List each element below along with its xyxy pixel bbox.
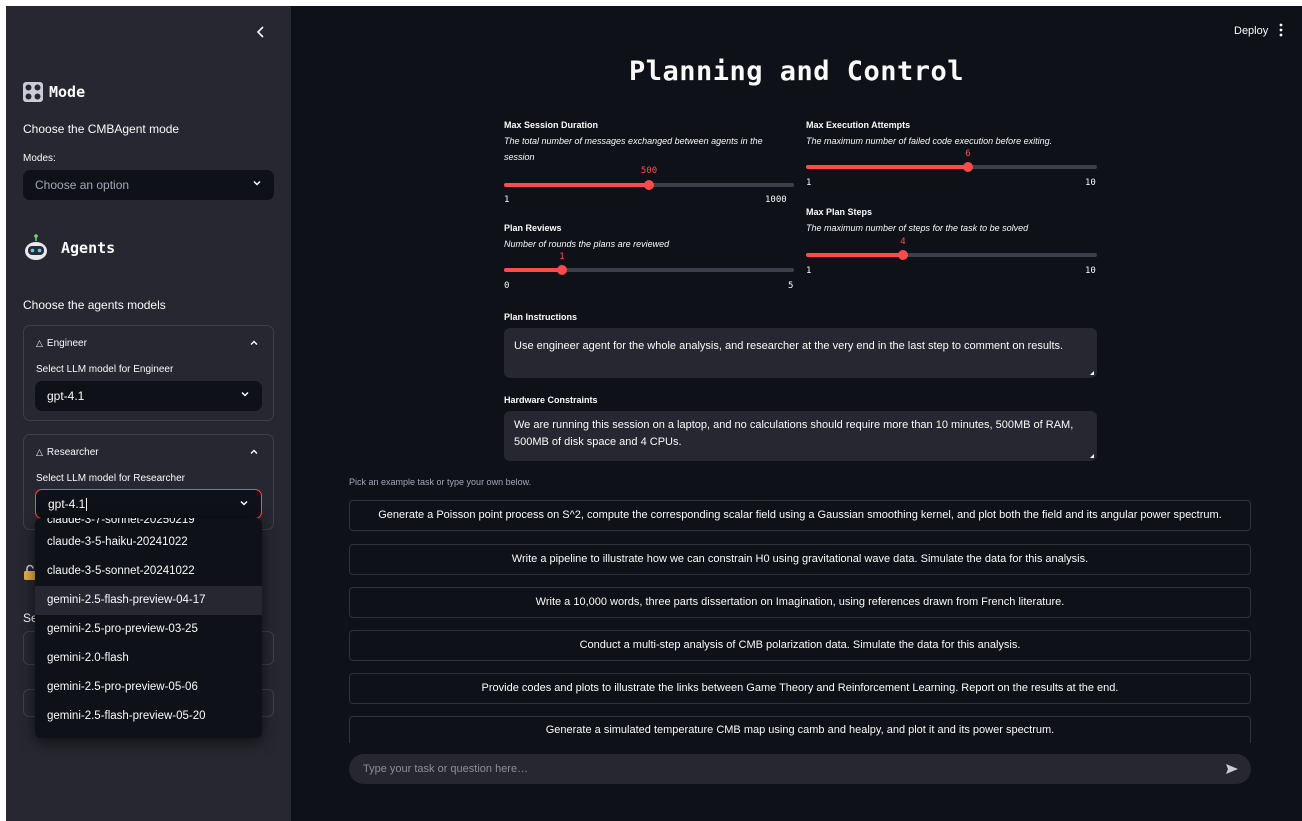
slider-fill bbox=[504, 183, 649, 187]
deploy-button[interactable]: Deploy bbox=[1234, 25, 1268, 37]
example-task-button[interactable]: Write a pipeline to illustrate how we ca… bbox=[349, 544, 1251, 575]
plan-reviews-min: 0 bbox=[504, 281, 510, 291]
chevron-up-icon[interactable] bbox=[249, 447, 259, 460]
engineer-select-label: Select LLM model for Engineer bbox=[36, 364, 174, 375]
chevron-down-icon bbox=[253, 180, 261, 186]
chat-input-placeholder: Type your task or question here… bbox=[363, 763, 529, 775]
plan-instructions-textarea[interactable]: Use engineer agent for the whole analysi… bbox=[504, 328, 1097, 378]
mode-heading-text: Mode bbox=[49, 83, 86, 101]
mode-help-text: Choose the CMBAgent mode bbox=[23, 122, 180, 136]
example-task-button[interactable]: Generate a Poisson point process on S^2,… bbox=[349, 500, 1251, 531]
control-knobs-icon bbox=[23, 82, 43, 102]
plan-instructions-label: Plan Instructions bbox=[504, 312, 578, 322]
agents-heading-text: Agents bbox=[61, 239, 116, 257]
plan-reviews-slider[interactable] bbox=[504, 265, 794, 275]
slider-fill bbox=[806, 165, 968, 169]
collapse-sidebar-button[interactable] bbox=[253, 24, 269, 40]
dropdown-option[interactable]: gemini-2.5-pro-preview-05-06 bbox=[35, 673, 262, 702]
researcher-expander: △ Researcher Select LLM model for Resear… bbox=[23, 434, 274, 530]
example-task-button[interactable]: Conduct a multi-step analysis of CMB pol… bbox=[349, 630, 1251, 661]
agents-heading: Agents bbox=[23, 234, 115, 262]
resize-handle-icon[interactable] bbox=[1090, 454, 1094, 458]
modes-label: Modes: bbox=[23, 153, 56, 164]
warning-icon: △ bbox=[36, 338, 43, 348]
warning-icon: △ bbox=[36, 447, 43, 457]
send-icon[interactable] bbox=[1225, 762, 1239, 776]
max-plan-steps-value: 4 bbox=[900, 237, 906, 247]
dropdown-option[interactable]: gemini-2.5-pro-preview-03-25 bbox=[35, 615, 262, 644]
engineer-expander-header[interactable]: △ Engineer bbox=[36, 338, 87, 349]
max-execution-attempts-help: The maximum number of failed code execut… bbox=[806, 136, 1053, 146]
chevron-down-icon bbox=[240, 500, 248, 506]
example-task-button[interactable]: Generate a simulated temperature CMB map… bbox=[349, 716, 1251, 743]
max-plan-steps-min: 1 bbox=[806, 266, 812, 276]
researcher-model-select[interactable]: gpt-4.1 bbox=[35, 489, 262, 519]
chat-input[interactable]: Type your task or question here… bbox=[349, 754, 1251, 784]
slider-fill bbox=[504, 268, 562, 272]
resize-handle-icon[interactable] bbox=[1090, 371, 1094, 375]
slider-thumb[interactable] bbox=[557, 265, 567, 275]
max-session-duration-help: The total number of messages exchanged b… bbox=[504, 136, 763, 162]
engineer-model-value: gpt-4.1 bbox=[47, 389, 85, 403]
max-session-duration-min: 1 bbox=[504, 195, 510, 205]
chevron-down-icon bbox=[241, 391, 249, 397]
dropdown-option[interactable]: claude-3-5-haiku-20241022 bbox=[35, 528, 262, 557]
dropdown-option-highlighted[interactable]: gemini-2.5-flash-preview-04-17 bbox=[35, 586, 262, 615]
max-execution-attempts-value: 6 bbox=[965, 149, 971, 159]
plan-reviews-label: Plan Reviews bbox=[504, 223, 562, 233]
max-execution-attempts-max: 10 bbox=[1085, 178, 1096, 188]
max-plan-steps-label: Max Plan Steps bbox=[806, 207, 873, 217]
engineer-expander-title: Engineer bbox=[46, 338, 87, 349]
max-session-duration-slider[interactable] bbox=[504, 180, 794, 190]
dropdown-option[interactable]: claude-3-5-sonnet-20241022 bbox=[35, 557, 262, 586]
modes-select-value: Choose an option bbox=[35, 178, 130, 192]
mode-heading: Mode bbox=[23, 82, 85, 102]
researcher-select-label: Select LLM model for Researcher bbox=[36, 473, 185, 484]
hardware-constraints-label: Hardware Constraints bbox=[504, 395, 598, 405]
max-session-duration-label: Max Session Duration bbox=[504, 120, 599, 130]
dropdown-option[interactable]: gemini-2.5-flash-preview-05-20 bbox=[35, 702, 262, 731]
examples-hint: Pick an example task or type your own be… bbox=[349, 477, 532, 487]
model-dropdown-menu: claude-3-7-sonnet-20250219 claude-3-5-ha… bbox=[35, 518, 262, 738]
plan-instructions-text: Use engineer agent for the whole analysi… bbox=[514, 340, 1064, 352]
slider-thumb[interactable] bbox=[963, 162, 973, 172]
example-task-button[interactable]: Write a 10,000 words, three parts disser… bbox=[349, 587, 1251, 618]
slider-fill bbox=[806, 253, 903, 257]
max-execution-attempts-min: 1 bbox=[806, 178, 812, 188]
chevron-left-icon bbox=[256, 26, 264, 38]
dropdown-option[interactable]: gemini-2.0-flash bbox=[35, 644, 262, 673]
plan-reviews-value: 1 bbox=[559, 252, 565, 262]
slider-thumb[interactable] bbox=[644, 180, 654, 190]
engineer-model-select[interactable]: gpt-4.1 bbox=[35, 381, 262, 411]
agents-help-text: Choose the agents models bbox=[23, 298, 166, 312]
page-title: Planning and Control bbox=[628, 56, 965, 87]
plan-reviews-max: 5 bbox=[788, 281, 794, 291]
max-plan-steps-help: The maximum number of steps for the task… bbox=[806, 223, 1029, 233]
max-execution-attempts-slider[interactable] bbox=[806, 162, 1097, 172]
plan-reviews-help: Number of rounds the plans are reviewed bbox=[504, 239, 670, 249]
max-session-duration-value: 500 bbox=[640, 166, 658, 176]
slider-thumb[interactable] bbox=[898, 250, 908, 260]
example-task-button[interactable]: Provide codes and plots to illustrate th… bbox=[349, 673, 1251, 704]
researcher-expander-header[interactable]: △ Researcher bbox=[36, 447, 99, 458]
max-plan-steps-max: 10 bbox=[1085, 266, 1096, 276]
hardware-constraints-textarea[interactable]: We are running this session on a laptop,… bbox=[504, 411, 1097, 461]
max-plan-steps-slider[interactable] bbox=[806, 250, 1097, 260]
researcher-expander-title: Researcher bbox=[46, 447, 99, 458]
robot-icon bbox=[25, 234, 47, 260]
main-menu-button[interactable] bbox=[1279, 23, 1283, 40]
researcher-model-value: gpt-4.1 bbox=[48, 496, 88, 512]
modes-select[interactable]: Choose an option bbox=[23, 170, 274, 200]
engineer-expander: △ Engineer Select LLM model for Engineer… bbox=[23, 325, 274, 421]
hardware-constraints-text: We are running this session on a laptop,… bbox=[514, 419, 1074, 448]
max-execution-attempts-label: Max Execution Attempts bbox=[806, 120, 911, 130]
max-session-duration-max: 1000 bbox=[765, 195, 787, 205]
chevron-up-icon[interactable] bbox=[249, 338, 259, 351]
app-window: Mode Choose the CMBAgent mode Modes: Cho… bbox=[6, 6, 1302, 821]
kebab-menu-icon bbox=[1279, 23, 1283, 37]
dropdown-option[interactable]: claude-3-7-sonnet-20250219 bbox=[35, 518, 262, 528]
